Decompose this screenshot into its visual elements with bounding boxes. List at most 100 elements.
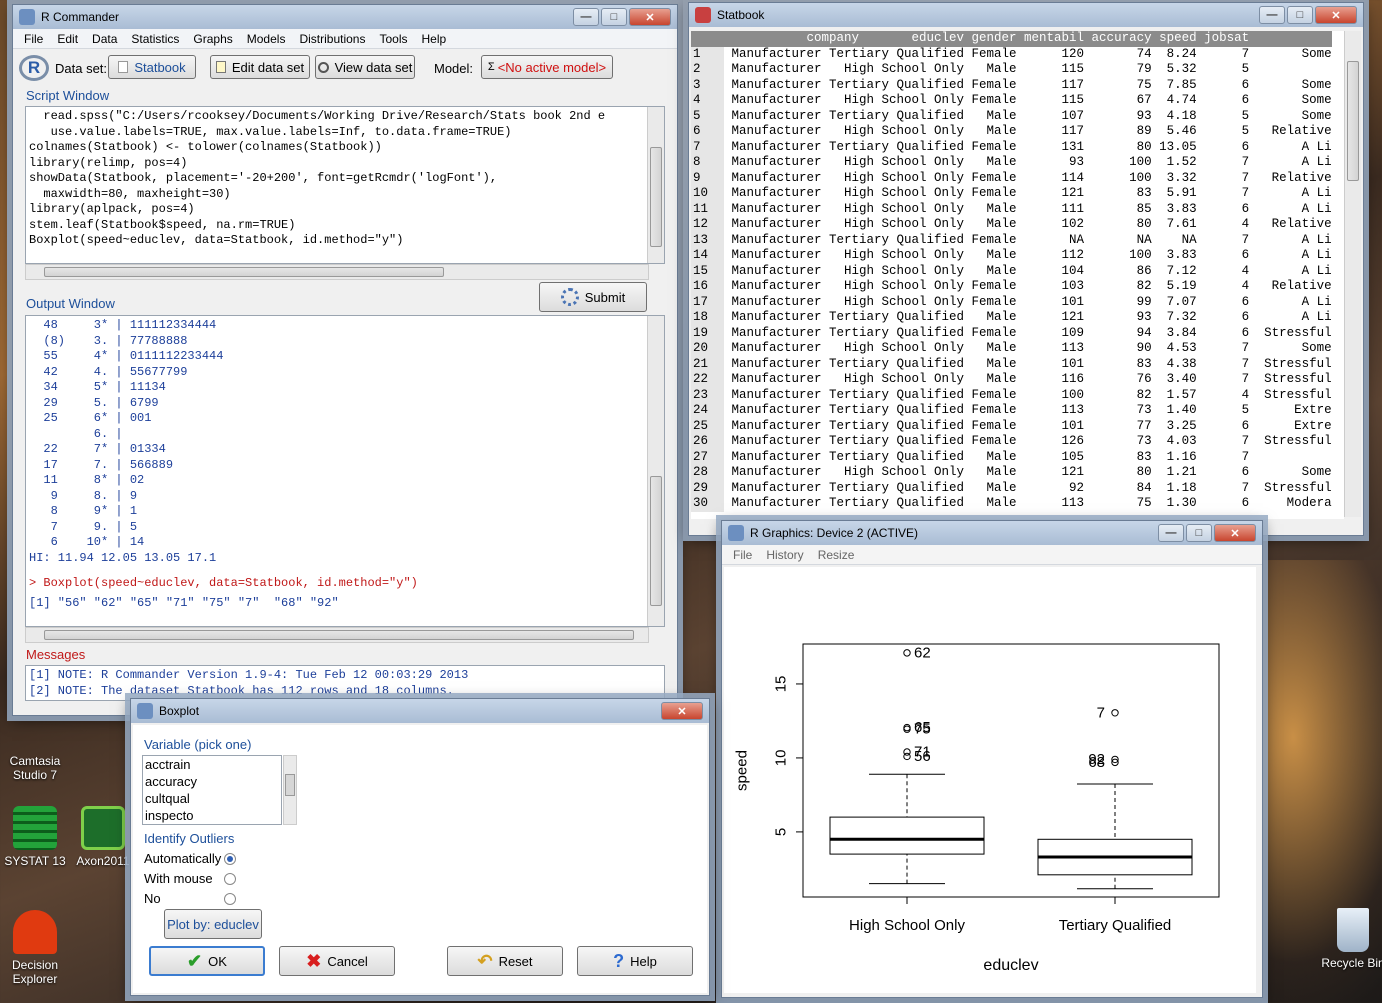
statbook-titlebar[interactable]: Statbook — □ ✕	[689, 3, 1363, 27]
row-values[interactable]: Manufacturer Tertiary Qualified Female 1…	[724, 140, 1332, 156]
list-item[interactable]: cultqual	[145, 790, 281, 807]
row-values[interactable]: Manufacturer High School Only Male 111 8…	[724, 202, 1332, 218]
menu-tools[interactable]: Tools	[372, 32, 414, 46]
menu-edit[interactable]: Edit	[50, 32, 85, 46]
row-values[interactable]: Manufacturer Tertiary Qualified Female 1…	[724, 403, 1332, 419]
no-radio[interactable]	[224, 893, 236, 905]
row-values[interactable]: Manufacturer High School Only Female 121…	[724, 186, 1332, 202]
minimize-button[interactable]: —	[1259, 6, 1285, 24]
menu-help[interactable]: Help	[415, 32, 454, 46]
row-values[interactable]: Manufacturer High School Only Male 115 7…	[724, 62, 1332, 78]
outlier-label: 75	[914, 721, 931, 738]
script-vscroll[interactable]	[647, 107, 664, 263]
row-values[interactable]: Manufacturer High School Only Male 93 10…	[724, 155, 1332, 171]
row-values[interactable]: Manufacturer High School Only Male 104 8…	[724, 264, 1332, 280]
row-values[interactable]: Manufacturer Tertiary Qualified Male 101…	[724, 357, 1332, 373]
messages-window[interactable]: [1] NOTE: R Commander Version 1.9-4: Tue…	[25, 665, 665, 701]
variable-listbox[interactable]: acctrain accuracy cultqual inspecto	[142, 755, 282, 825]
statbook-grid[interactable]: company educlev gender mentabil accuracy…	[691, 31, 1344, 519]
list-item[interactable]: inspecto	[145, 807, 281, 824]
close-button[interactable]: ✕	[629, 8, 671, 26]
option-no[interactable]: No	[144, 891, 238, 906]
row-values[interactable]: Manufacturer High School Only Female 114…	[724, 171, 1332, 187]
row-values[interactable]: Manufacturer Tertiary Qualified Female N…	[724, 233, 1332, 249]
row-values[interactable]: Manufacturer High School Only Male 117 8…	[724, 124, 1332, 140]
plot-by-button[interactable]: Plot by: educlev	[164, 909, 262, 939]
row-values[interactable]: Manufacturer High School Only Female 103…	[724, 279, 1332, 295]
menu-data[interactable]: Data	[85, 32, 124, 46]
row-values[interactable]: Manufacturer Tertiary Qualified Male 92 …	[724, 481, 1332, 497]
table-row: 9 Manufacturer High School Only Female 1…	[691, 170, 1332, 187]
row-values[interactable]: Manufacturer High School Only Female 115…	[724, 93, 1332, 109]
desktop-icon-axon[interactable]: Axon2011	[68, 806, 138, 868]
row-values[interactable]: Manufacturer High School Only Male 113 9…	[724, 341, 1332, 357]
option-with-mouse[interactable]: With mouse	[144, 871, 238, 886]
row-values[interactable]: Manufacturer Tertiary Qualified Male 107…	[724, 109, 1332, 125]
graphics-menu-resize[interactable]: Resize	[811, 548, 862, 562]
row-values[interactable]: Manufacturer Tertiary Qualified Male 121…	[724, 310, 1332, 326]
row-values[interactable]: Manufacturer Tertiary Qualified Female 1…	[724, 326, 1332, 342]
list-item[interactable]: accuracy	[145, 773, 281, 790]
menu-file[interactable]: File	[17, 32, 50, 46]
desktop-icon-systat[interactable]: SYSTAT 13	[0, 806, 70, 868]
maximize-button[interactable]: □	[1186, 524, 1212, 542]
help-button[interactable]: ? Help	[577, 946, 693, 976]
row-values[interactable]: Manufacturer High School Only Female 101…	[724, 295, 1332, 311]
row-values[interactable]: Manufacturer Tertiary Qualified Male 113…	[724, 496, 1332, 512]
statbook-vscroll[interactable]	[1344, 31, 1361, 517]
graphics-menu-file[interactable]: File	[726, 548, 759, 562]
graphics-titlebar[interactable]: R Graphics: Device 2 (ACTIVE) — □ ✕	[722, 521, 1262, 545]
row-values[interactable]: Manufacturer High School Only Male 116 7…	[724, 372, 1332, 388]
recycle-bin-icon	[1337, 908, 1369, 952]
maximize-button[interactable]: □	[601, 8, 627, 26]
submit-button[interactable]: Submit	[539, 282, 647, 312]
row-values[interactable]: Manufacturer Tertiary Qualified Female 1…	[724, 419, 1332, 435]
menu-distributions[interactable]: Distributions	[292, 32, 372, 46]
edit-dataset-button[interactable]: Edit data set	[210, 55, 310, 79]
minimize-button[interactable]: —	[573, 8, 599, 26]
boxplot-chart: 51015speededuclevHigh School Only6265757…	[734, 643, 1220, 974]
row-values[interactable]: Manufacturer High School Only Male 112 1…	[724, 248, 1332, 264]
automatically-radio[interactable]	[224, 853, 236, 865]
menu-statistics[interactable]: Statistics	[124, 32, 186, 46]
model-button[interactable]: Σ <No active model>	[481, 55, 613, 79]
output-window[interactable]: 48 3* | 111112334444 (8) 3. | 77788888 5…	[25, 315, 665, 627]
close-button[interactable]: ✕	[661, 702, 703, 720]
close-button[interactable]: ✕	[1214, 524, 1256, 542]
boxplot-titlebar[interactable]: Boxplot ✕	[131, 699, 709, 723]
menu-graphs[interactable]: Graphs	[186, 32, 239, 46]
with-mouse-radio[interactable]	[224, 873, 236, 885]
list-item[interactable]: acctrain	[145, 756, 281, 773]
row-values[interactable]: Manufacturer High School Only Male 121 8…	[724, 465, 1332, 481]
submit-label: Submit	[584, 289, 626, 305]
row-values[interactable]: Manufacturer Tertiary Qualified Female 1…	[724, 434, 1332, 450]
row-values[interactable]: Manufacturer Tertiary Qualified Male 105…	[724, 450, 1332, 466]
menu-models[interactable]: Models	[240, 32, 293, 46]
option-automatically[interactable]: Automatically	[144, 851, 238, 866]
ok-button[interactable]: ✔ OK	[149, 946, 265, 976]
row-values[interactable]: Manufacturer Tertiary Qualified Female 1…	[724, 78, 1332, 94]
desktop-icon-camtasia[interactable]: Camtasia Studio 7	[0, 740, 70, 782]
script-editor[interactable]: read.spss("C:/Users/rcooksey/Documents/W…	[25, 106, 665, 264]
row-values[interactable]: Manufacturer Tertiary Qualified Female 1…	[724, 47, 1332, 63]
maximize-button[interactable]: □	[1287, 6, 1313, 24]
cancel-button[interactable]: ✖ Cancel	[279, 946, 395, 976]
column-headers[interactable]: company educlev gender mentabil accuracy…	[724, 31, 1332, 47]
variable-list-vscroll[interactable]	[283, 755, 297, 825]
minimize-button[interactable]: —	[1158, 524, 1184, 542]
view-dataset-button[interactable]: View data set	[315, 55, 415, 79]
row-values[interactable]: Manufacturer Tertiary Qualified Female 1…	[724, 388, 1332, 404]
dataset-button[interactable]: Statbook	[108, 55, 196, 79]
close-button[interactable]: ✕	[1315, 6, 1357, 24]
rcmdr-titlebar[interactable]: R Commander — □ ✕	[13, 5, 677, 29]
desktop-icon-decision-explorer[interactable]: Decision Explorer	[0, 910, 70, 986]
output-vscroll[interactable]	[647, 316, 664, 626]
row-number: 14	[691, 248, 724, 264]
row-values[interactable]: Manufacturer High School Only Male 102 8…	[724, 217, 1332, 233]
graphics-menu-history[interactable]: History	[759, 548, 810, 562]
output-hscroll[interactable]	[25, 627, 649, 643]
reset-button[interactable]: ↶ Reset	[447, 946, 563, 976]
desktop-icon-recycle-bin[interactable]: Recycle Bin	[1318, 908, 1382, 970]
script-hscroll[interactable]	[25, 264, 649, 280]
table-row: 4 Manufacturer High School Only Female 1…	[691, 93, 1332, 109]
